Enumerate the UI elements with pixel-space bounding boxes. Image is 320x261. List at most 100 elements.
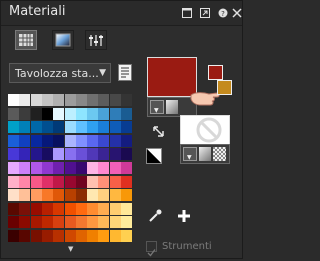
color-swatch[interactable]: [53, 94, 65, 106]
color-swatch[interactable]: [19, 230, 31, 242]
color-swatch[interactable]: [121, 162, 132, 174]
color-swatch[interactable]: [121, 216, 132, 229]
help-icon[interactable]: ?: [218, 8, 228, 18]
color-swatch[interactable]: [75, 94, 87, 106]
color-swatch[interactable]: [87, 230, 99, 242]
color-swatch[interactable]: [75, 134, 87, 147]
color-swatch[interactable]: [8, 121, 19, 134]
color-swatch[interactable]: [53, 107, 65, 120]
strumenti-checkbox[interactable]: [146, 241, 157, 257]
color-swatch[interactable]: [75, 121, 87, 134]
color-swatch[interactable]: [121, 230, 132, 242]
color-swatch[interactable]: [98, 94, 110, 106]
color-swatch[interactable]: [109, 134, 121, 147]
color-swatch[interactable]: [64, 202, 76, 215]
color-swatch[interactable]: [19, 134, 31, 147]
color-swatch[interactable]: [109, 175, 121, 188]
color-swatch[interactable]: [41, 162, 53, 174]
color-swatch[interactable]: [75, 175, 87, 188]
palette-options-icon[interactable]: [118, 64, 132, 81]
color-swatch[interactable]: [75, 162, 87, 174]
color-swatch[interactable]: [87, 94, 99, 106]
color-swatch[interactable]: [41, 121, 53, 134]
color-swatch[interactable]: [75, 148, 87, 161]
color-swatch[interactable]: [19, 148, 31, 161]
color-swatch[interactable]: [53, 148, 65, 161]
color-swatch[interactable]: [109, 94, 121, 106]
color-swatch[interactable]: [121, 175, 132, 188]
small-background-swatch[interactable]: [217, 80, 232, 95]
color-swatch[interactable]: [19, 216, 31, 229]
color-swatch[interactable]: [30, 121, 42, 134]
color-swatch[interactable]: [64, 162, 76, 174]
color-swatch[interactable]: [19, 202, 31, 215]
color-swatch[interactable]: [19, 94, 31, 106]
color-swatch[interactable]: [121, 94, 132, 106]
color-swatch[interactable]: [30, 134, 42, 147]
color-swatch[interactable]: [19, 162, 31, 174]
color-swatch[interactable]: [8, 189, 19, 202]
color-swatch[interactable]: [109, 189, 121, 202]
background-color-swatch[interactable]: [180, 115, 230, 146]
color-swatch[interactable]: [98, 216, 110, 229]
dock-icon[interactable]: [182, 8, 192, 18]
color-swatch[interactable]: [75, 216, 87, 229]
pattern-icon[interactable]: [213, 147, 226, 161]
color-swatch[interactable]: [75, 107, 87, 120]
color-swatch[interactable]: [8, 216, 19, 229]
small-foreground-swatch[interactable]: [208, 65, 223, 80]
color-swatch[interactable]: [8, 175, 19, 188]
color-swatch[interactable]: [19, 175, 31, 188]
color-swatch[interactable]: [53, 230, 65, 242]
color-swatch[interactable]: [109, 202, 121, 215]
color-swatch[interactable]: [30, 216, 42, 229]
color-swatch[interactable]: [64, 121, 76, 134]
color-swatch[interactable]: [8, 162, 19, 174]
color-swatch[interactable]: [8, 94, 19, 106]
color-swatch[interactable]: [64, 189, 76, 202]
color-swatch[interactable]: [109, 230, 121, 242]
color-swatch[interactable]: [121, 134, 132, 147]
color-swatch[interactable]: [75, 189, 87, 202]
color-swatch[interactable]: [53, 121, 65, 134]
gradient-mode-button[interactable]: [52, 30, 74, 50]
color-swatch[interactable]: [98, 107, 110, 120]
color-swatch[interactable]: [30, 175, 42, 188]
color-swatch[interactable]: [8, 148, 19, 161]
color-swatch[interactable]: [87, 175, 99, 188]
color-swatch[interactable]: [121, 189, 132, 202]
color-swatch[interactable]: [53, 202, 65, 215]
color-swatch[interactable]: [98, 134, 110, 147]
color-swatch[interactable]: [109, 121, 121, 134]
color-swatch[interactable]: [87, 189, 99, 202]
color-swatch[interactable]: [64, 230, 76, 242]
float-icon[interactable]: [200, 8, 210, 18]
color-swatch[interactable]: [87, 107, 99, 120]
color-swatch[interactable]: [64, 148, 76, 161]
color-swatch[interactable]: [41, 148, 53, 161]
color-swatch[interactable]: [30, 148, 42, 161]
color-swatch[interactable]: [121, 107, 132, 120]
color-swatch[interactable]: [8, 107, 19, 120]
color-swatch[interactable]: [19, 189, 31, 202]
color-swatch[interactable]: [41, 175, 53, 188]
palette-dropdown[interactable]: Tavolozza sta... ▼: [9, 63, 111, 83]
reset-colors-icon[interactable]: [146, 148, 162, 164]
color-swatch[interactable]: [41, 189, 53, 202]
color-swatch[interactable]: [87, 162, 99, 174]
gradient-icon[interactable]: [166, 100, 178, 114]
color-swatch[interactable]: [87, 121, 99, 134]
color-swatch[interactable]: [41, 94, 53, 106]
color-swatch[interactable]: [64, 134, 76, 147]
close-icon[interactable]: [232, 8, 242, 18]
color-swatch[interactable]: [98, 175, 110, 188]
color-swatch[interactable]: [41, 202, 53, 215]
mixer-mode-button[interactable]: [85, 30, 107, 50]
color-swatch[interactable]: [53, 162, 65, 174]
add-swatch-icon[interactable]: [176, 208, 192, 224]
color-swatch[interactable]: [109, 216, 121, 229]
color-swatch[interactable]: [53, 189, 65, 202]
color-swatch[interactable]: [98, 121, 110, 134]
color-swatch[interactable]: [30, 189, 42, 202]
color-swatch[interactable]: [30, 94, 42, 106]
